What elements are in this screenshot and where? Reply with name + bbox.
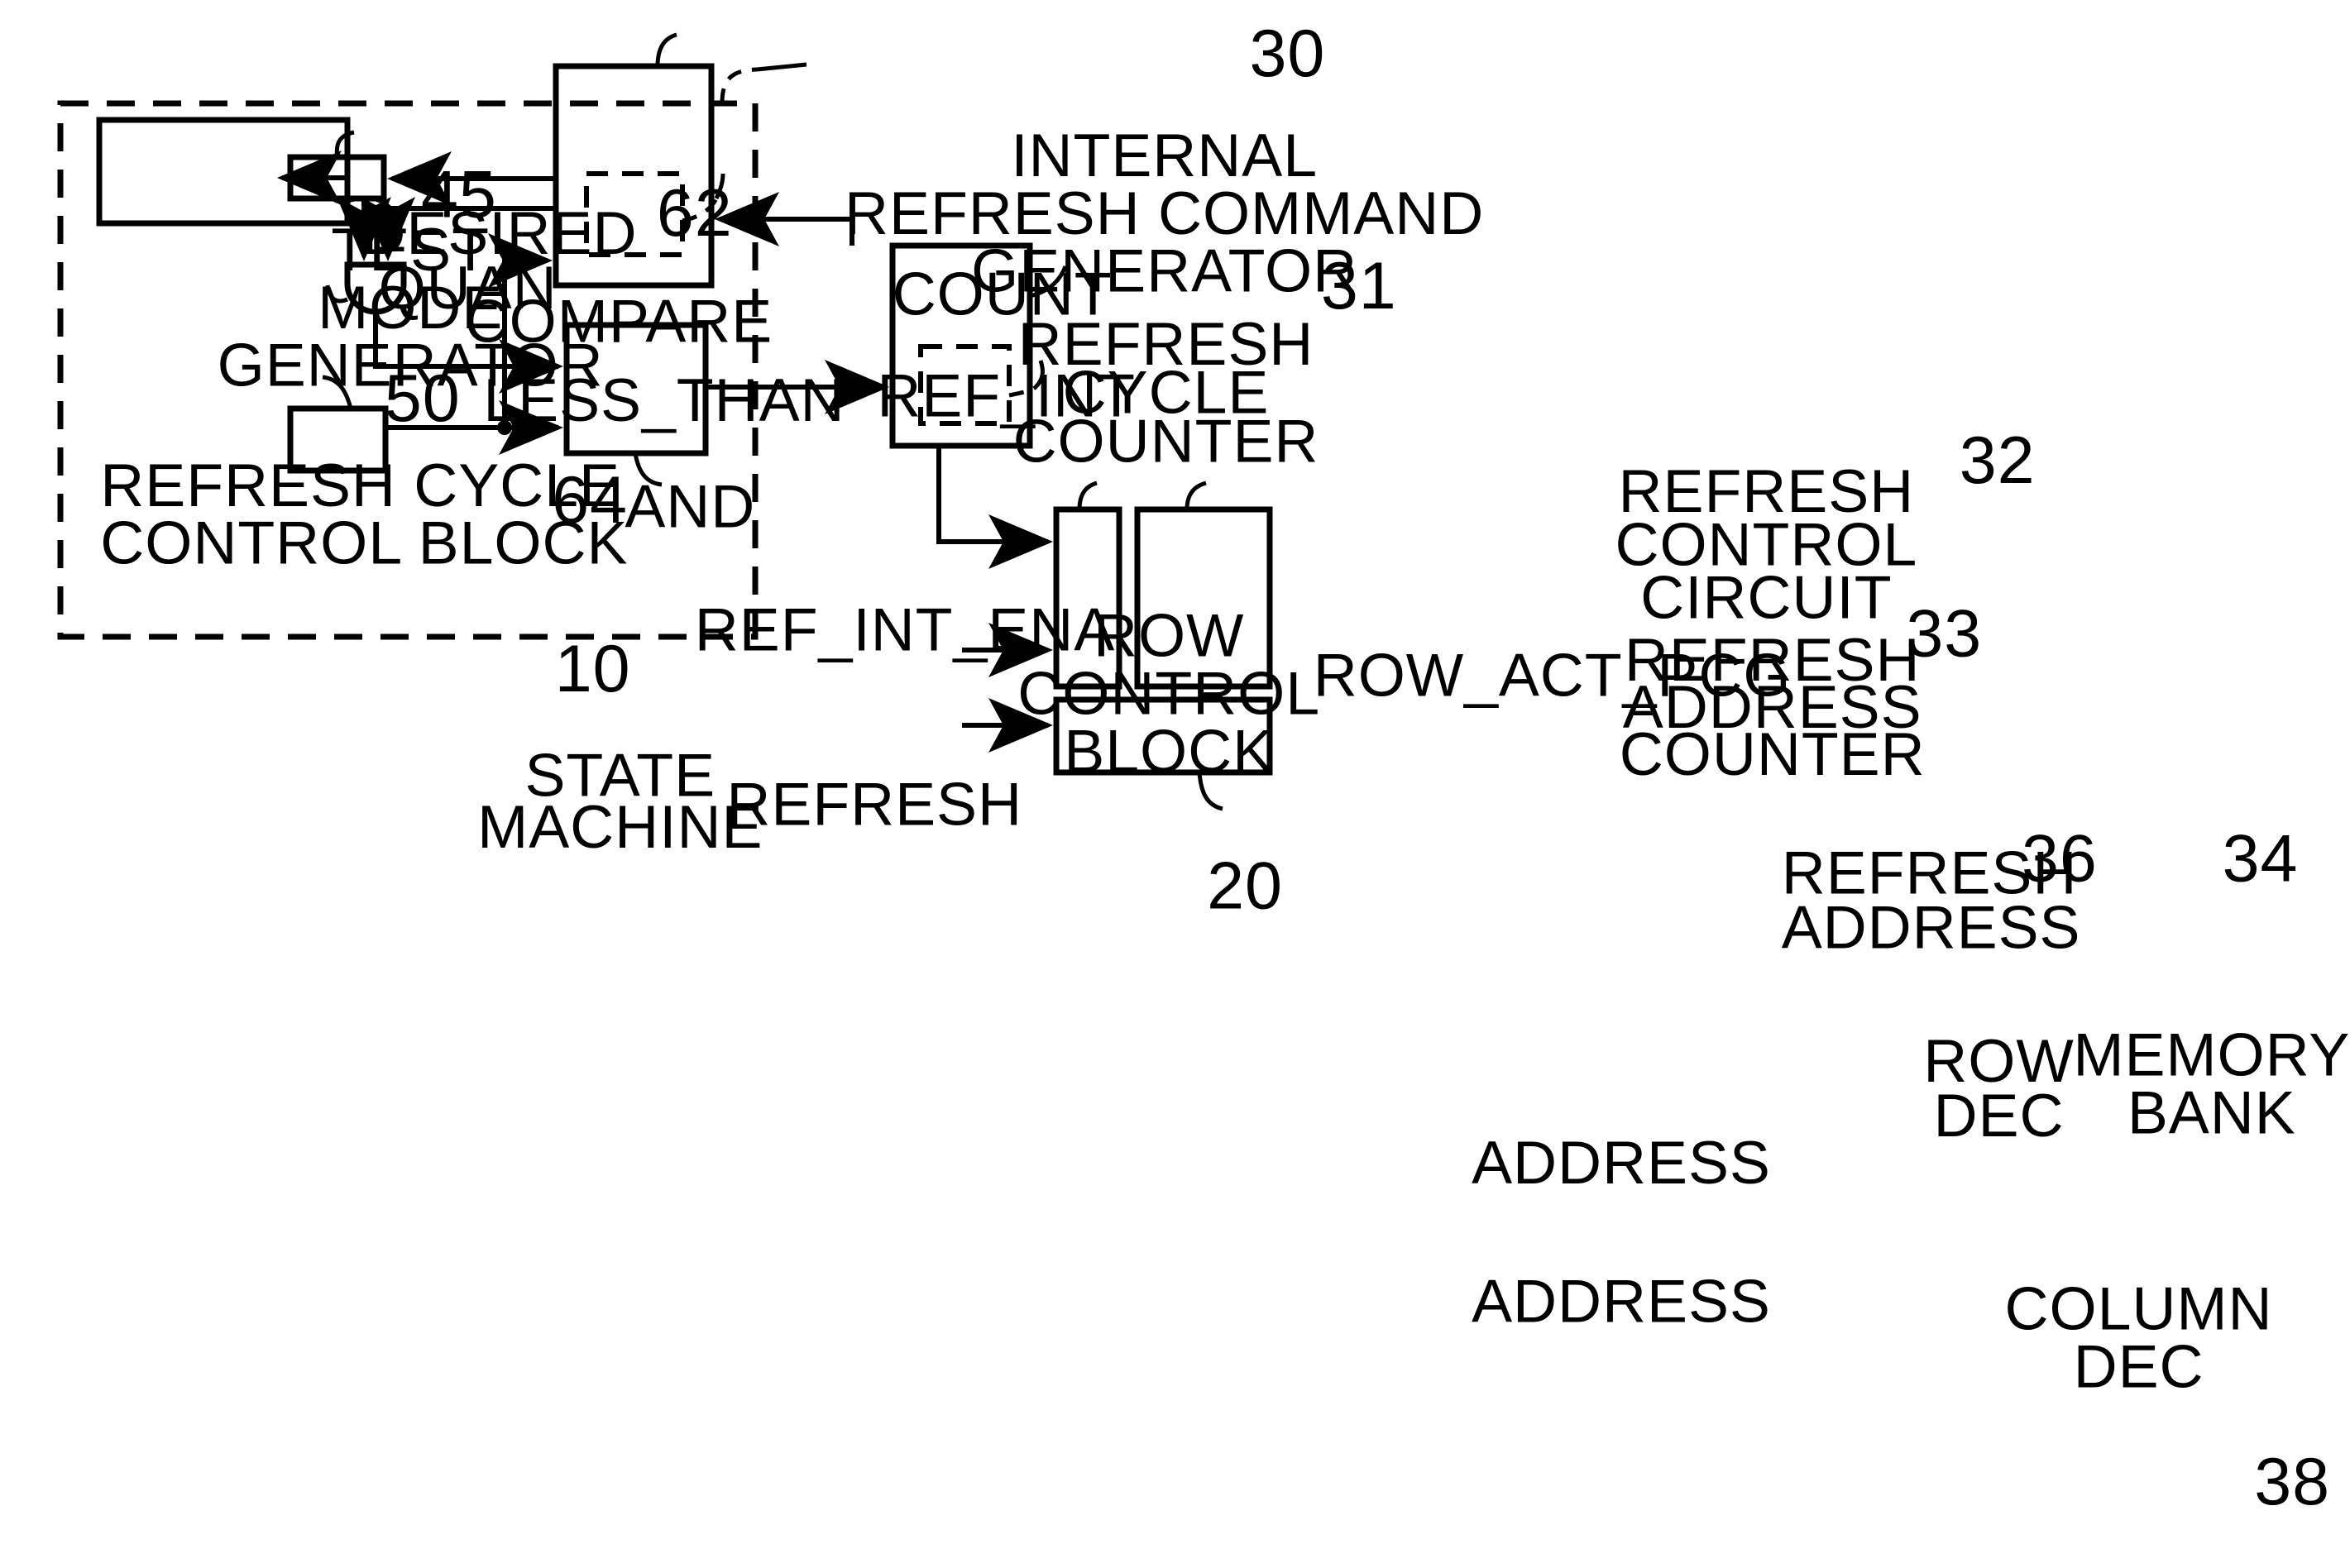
signal-address-row: ADDRESS (1472, 1128, 1771, 1197)
and-gate-label: AND (625, 472, 755, 541)
signal-desired-quan-2: QUAN (379, 253, 558, 322)
ref-numeral-30: 30 (1250, 17, 1326, 91)
ref-numeral-45: 45 (421, 158, 497, 232)
ref-numeral-32: 32 (1960, 423, 2036, 498)
state-machine-label-2: MACHINE (477, 792, 763, 861)
row-control-block-label-3: BLOCK (1064, 716, 1274, 785)
memory-bank-label-2: BANK (2127, 1078, 2296, 1147)
signal-refresh-address-2: ADDRESS (1782, 892, 2081, 961)
ref-numeral-33: 33 (1906, 597, 1982, 672)
row-dec-label-2: DEC (1934, 1081, 2065, 1150)
signal-row-act-pcg: ROW_ACT_PCG (1314, 640, 1792, 709)
refresh-cycle-control-block-label-2: CONTROL BLOCK (100, 509, 628, 577)
column-dec-label-2: DEC (2074, 1331, 2204, 1400)
ref-numeral-50: 50 (385, 361, 461, 436)
refresh-control-circuit-label-3: CIRCUIT (1640, 563, 1892, 632)
signal-count: COUNT (893, 259, 1113, 327)
ref-numeral-20: 20 (1207, 849, 1283, 924)
signal-ref-int-ena: REF_INT_ENA (695, 595, 1115, 663)
ref-numeral-62: 62 (657, 176, 733, 251)
ref-numeral-36: 36 (2022, 822, 2098, 896)
refresh-address-counter-label-3: COUNTER (1620, 719, 1926, 788)
signal-ref-int: REF_INT (877, 361, 1136, 429)
ref-numeral-38: 38 (2254, 1445, 2330, 1519)
ref-numeral-10: 10 (555, 632, 631, 706)
diagram-text-layer: TEST MODE GENERATOR COMPARE AND REFRESH … (100, 17, 2349, 1519)
ref-numeral-34: 34 (2223, 822, 2299, 896)
signal-refresh: REFRESH (726, 770, 1022, 839)
signal-address-column: ADDRESS (1472, 1266, 1771, 1335)
signal-less-than: LESS_THAN (483, 366, 845, 434)
patent-figure-page: TEST MODE GENERATOR COMPARE AND REFRESH … (0, 0, 2350, 1568)
ref-numeral-64: 64 (552, 463, 628, 538)
ref-numeral-31: 31 (1321, 249, 1397, 323)
